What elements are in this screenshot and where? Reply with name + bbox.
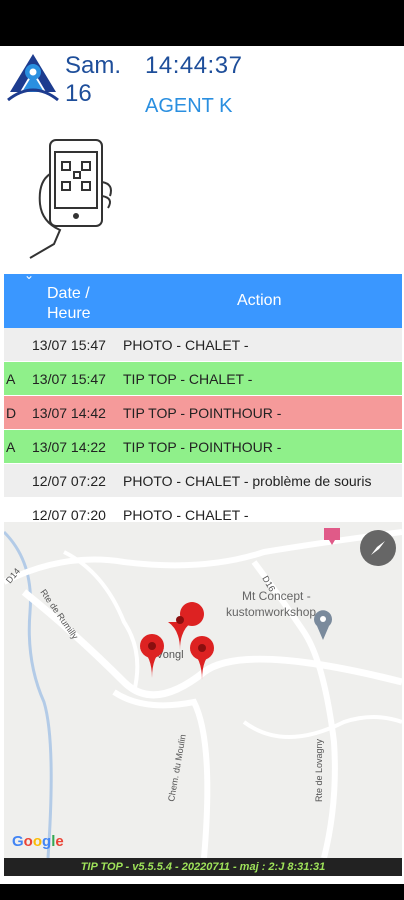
table-row[interactable]: A 13/07 15:47 TIP TOP - CHALET - bbox=[4, 362, 402, 396]
version-footer: TIP TOP - v5.5.5.4 - 20220711 - maj : 2:… bbox=[4, 858, 402, 876]
map-canvas[interactable]: D14 Rte de Rumilly D16 Mt Concept - kust… bbox=[4, 522, 402, 858]
row-action: TIP TOP - POINTHOUR - bbox=[123, 405, 282, 421]
google-logo: Google bbox=[12, 833, 64, 850]
map-label-rte-lovagny: Rte de Lovagny bbox=[314, 738, 324, 802]
compass-icon[interactable] bbox=[360, 530, 396, 566]
column-action[interactable]: Action bbox=[237, 292, 281, 310]
column-date[interactable]: Date / Heure bbox=[47, 284, 91, 324]
app-screen: Sam. 16 14:44:37 AGENT K ⌄ Date / Heure … bbox=[0, 46, 404, 884]
table-header: ⌄ Date / Heure Action bbox=[4, 274, 402, 328]
row-flag: D bbox=[6, 405, 17, 421]
map-label-rte-rumilly: Rte de Rumilly bbox=[38, 587, 80, 641]
row-datetime: 13/07 15:47 bbox=[32, 371, 106, 387]
phone-scan-illustration-icon bbox=[29, 139, 112, 259]
time-label: 14:44:37 bbox=[145, 52, 243, 79]
map-label-d14: D14 bbox=[4, 566, 22, 585]
row-flag: A bbox=[6, 439, 16, 455]
row-datetime: 13/07 15:47 bbox=[32, 337, 106, 353]
chevron-icon[interactable]: ⌄ bbox=[24, 274, 34, 282]
row-datetime: 13/07 14:22 bbox=[32, 439, 106, 455]
agent-label: AGENT K bbox=[145, 95, 233, 117]
map-label-kustom: kustomworkshop bbox=[226, 605, 316, 619]
location-pin-icon[interactable] bbox=[190, 636, 214, 680]
row-action: TIP TOP - CHALET - bbox=[123, 371, 253, 387]
app-logo-icon bbox=[7, 54, 59, 102]
map-label-mt-concept: Mt Concept - bbox=[242, 589, 311, 603]
map-label-chem-moulin: Chem. du Moulin bbox=[166, 734, 188, 803]
table-row[interactable]: 12/07 07:20 PHOTO - CHALET - bbox=[4, 498, 402, 522]
table-row[interactable]: A 13/07 14:22 TIP TOP - POINTHOUR - bbox=[4, 430, 402, 464]
row-datetime: 13/07 14:42 bbox=[32, 405, 106, 421]
row-action: PHOTO - CHALET - problème de souris bbox=[123, 473, 372, 489]
row-datetime: 12/07 07:20 bbox=[32, 507, 106, 522]
table-row[interactable]: D 13/07 14:42 TIP TOP - POINTHOUR - bbox=[4, 396, 402, 430]
date-label: Sam. 16 bbox=[65, 52, 122, 107]
poi-marker-icon[interactable] bbox=[314, 610, 332, 640]
row-action: PHOTO - CHALET - bbox=[123, 337, 249, 353]
table-row[interactable]: 13/07 15:47 PHOTO - CHALET - bbox=[4, 328, 402, 362]
map-view[interactable]: D14 Rte de Rumilly D16 Mt Concept - kust… bbox=[4, 522, 402, 858]
row-datetime: 12/07 07:22 bbox=[32, 473, 106, 489]
row-flag: A bbox=[6, 371, 16, 387]
row-action: TIP TOP - POINTHOUR - bbox=[123, 439, 282, 455]
table-row[interactable]: 12/07 07:22 PHOTO - CHALET - problème de… bbox=[4, 464, 402, 498]
row-action: PHOTO - CHALET - bbox=[123, 507, 249, 522]
activity-table: ⌄ Date / Heure Action 13/07 15:47 PHOTO … bbox=[4, 274, 402, 522]
